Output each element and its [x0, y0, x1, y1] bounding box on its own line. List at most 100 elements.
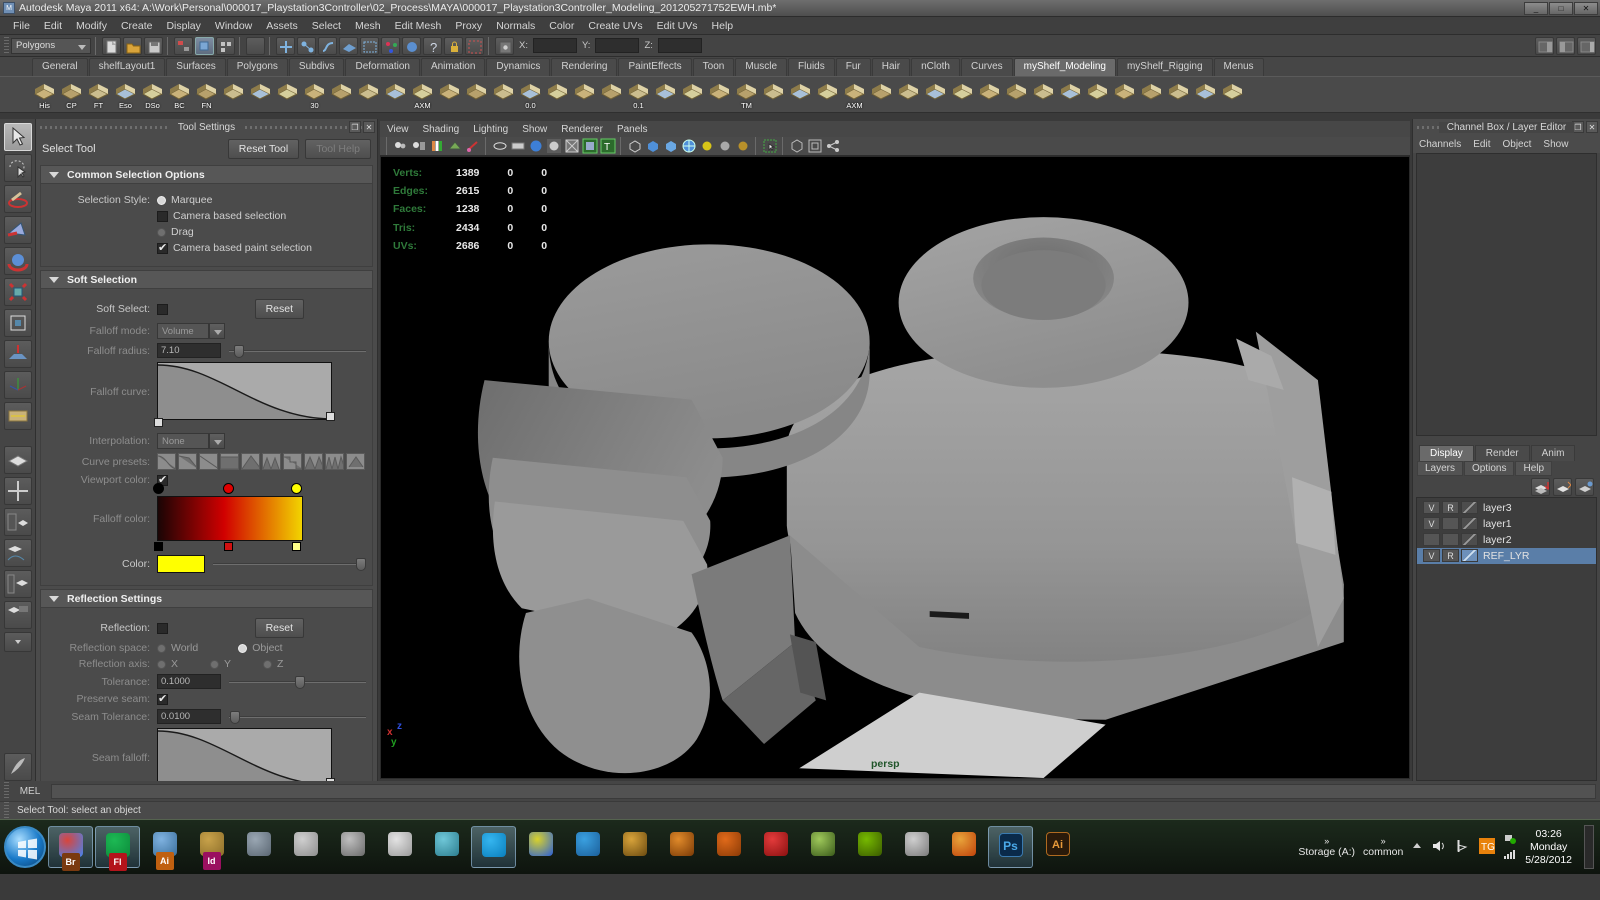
smooth-shade-all-icon[interactable]	[528, 138, 544, 154]
usb-safe-remove-icon[interactable]	[1503, 833, 1517, 847]
render-globals-icon[interactable]	[402, 36, 421, 55]
shelf-button-20[interactable]	[572, 79, 597, 110]
shelf-button-38[interactable]	[1058, 79, 1083, 110]
network-icon[interactable]	[1455, 838, 1471, 857]
menu-mesh[interactable]: Mesh	[348, 17, 388, 35]
seam-falloff-curve-editor[interactable]	[157, 728, 332, 781]
paint-effects-brush-icon[interactable]	[3, 753, 32, 781]
menu-select[interactable]: Select	[305, 17, 348, 35]
x-input[interactable]	[532, 38, 577, 53]
show-desktop-button[interactable]	[1584, 825, 1594, 869]
menu-proxy[interactable]: Proxy	[448, 17, 489, 35]
color-swatch[interactable]	[157, 555, 205, 573]
show-tool-settings-icon[interactable]	[1556, 36, 1575, 55]
menu-create[interactable]: Create	[114, 17, 160, 35]
layout-menu-button[interactable]	[3, 632, 32, 652]
shelf-button-29[interactable]	[815, 79, 840, 110]
taskbar-button-chrome[interactable]: Br	[48, 826, 93, 871]
seam-tolerance-slider[interactable]	[229, 710, 366, 724]
axis-z-radio[interactable]	[263, 659, 273, 669]
viewport-menu-panels[interactable]: Panels	[610, 124, 655, 135]
menu-normals[interactable]: Normals	[489, 17, 542, 35]
curve-preset-7[interactable]	[283, 453, 302, 470]
open-scene-icon[interactable]	[123, 36, 142, 55]
shelf-button-dso[interactable]: DSo	[140, 79, 165, 110]
single-perspective-layout-button[interactable]	[3, 446, 32, 474]
help-icon[interactable]: ?	[423, 36, 442, 55]
multisample-icon[interactable]	[681, 138, 697, 154]
absolute-transform-icon[interactable]	[495, 36, 514, 55]
shelf-button-26[interactable]: TM	[734, 79, 759, 110]
taskbar-button-3dsmax[interactable]	[236, 826, 281, 868]
select-by-object-type-icon[interactable]	[195, 36, 214, 55]
shelf-button-13[interactable]	[383, 79, 408, 110]
viewport-menu-lighting[interactable]: Lighting	[466, 124, 515, 135]
reflection-space-object-radio[interactable]	[238, 643, 248, 653]
z-input[interactable]	[657, 38, 702, 53]
soft-selection-header[interactable]: Soft Selection	[40, 270, 373, 289]
falloff-mode-dropdown[interactable]: Volume	[157, 323, 209, 339]
select-mask-icon[interactable]	[762, 138, 778, 154]
taskbar-button-usb-app[interactable]	[894, 826, 939, 868]
bridge-icon[interactable]: Br	[61, 853, 80, 871]
shelf-button-ft[interactable]: FT	[86, 79, 111, 110]
shelf-tab-curves[interactable]: Curves	[960, 58, 1013, 76]
layer-visibility-toggle[interactable]: V	[1423, 501, 1440, 514]
shelf-button-23[interactable]	[653, 79, 678, 110]
shelf-tab-rendering[interactable]: Rendering	[551, 58, 618, 76]
isolate-select-icon[interactable]	[492, 138, 508, 154]
new-scene-icon[interactable]	[102, 36, 121, 55]
y-input[interactable]	[595, 38, 640, 53]
toolbar-common[interactable]: » common	[1363, 836, 1403, 858]
axis-y-radio[interactable]	[210, 659, 220, 669]
menu-edit-mesh[interactable]: Edit Mesh	[388, 17, 449, 35]
motion-blur-icon[interactable]	[663, 138, 679, 154]
menu-modify[interactable]: Modify	[69, 17, 114, 35]
layer-color-swatch[interactable]	[1461, 517, 1478, 530]
gradient-index-black[interactable]	[154, 542, 163, 551]
scene-lights-icon[interactable]	[735, 138, 751, 154]
new-layer-icon[interactable]	[1531, 477, 1550, 496]
shelf-button-37[interactable]	[1031, 79, 1056, 110]
menu-file[interactable]: File	[6, 17, 37, 35]
drag-radio[interactable]	[157, 227, 166, 237]
volume-icon[interactable]	[1431, 838, 1447, 857]
tolerance-slider[interactable]	[229, 675, 366, 689]
shelf-tab-general[interactable]: General	[32, 58, 88, 76]
channelbox-menu-show[interactable]: Show	[1537, 139, 1574, 150]
layer-reference-toggle[interactable]	[1442, 533, 1459, 546]
storage-overflow-chevron[interactable]: »	[1298, 836, 1355, 846]
layer-color-swatch[interactable]	[1461, 549, 1478, 562]
shelf-button-15[interactable]	[437, 79, 462, 110]
show-channel-box-icon[interactable]	[1577, 36, 1596, 55]
taskbar-button-utorrent[interactable]: Ai	[142, 826, 187, 870]
shelf-button-32[interactable]	[896, 79, 921, 110]
tray-expand-icon[interactable]	[1411, 840, 1423, 855]
reflection-checkbox[interactable]	[157, 622, 168, 634]
shelf-button-eso[interactable]: Eso	[113, 79, 138, 110]
flash-icon[interactable]: Fl	[108, 853, 127, 871]
shelf-button-42[interactable]	[1166, 79, 1191, 110]
seam-tolerance-input[interactable]: 0.0100	[157, 709, 221, 724]
shelf-button-41[interactable]	[1139, 79, 1164, 110]
axis-x-radio[interactable]	[157, 659, 166, 669]
camera-based-paint-selection-checkbox[interactable]	[157, 241, 168, 254]
menu-help[interactable]: Help	[705, 17, 741, 35]
shelf-button-28[interactable]	[788, 79, 813, 110]
reflection-settings-header[interactable]: Reflection Settings	[40, 589, 373, 608]
layer-menu-layers[interactable]: Layers	[1417, 461, 1464, 476]
persp-graph-layout-button[interactable]	[3, 539, 32, 567]
snap-to-curve-icon[interactable]	[297, 36, 316, 55]
shelf-tab-deformation[interactable]: Deformation	[345, 58, 420, 76]
last-tool-used-button[interactable]	[3, 402, 32, 430]
menu-edit-uvs[interactable]: Edit UVs	[650, 17, 705, 35]
reset-tool-button[interactable]: Reset Tool	[227, 139, 300, 159]
layer-row[interactable]: layer2	[1417, 532, 1596, 548]
new-layer-from-selected-icon[interactable]	[1553, 477, 1572, 496]
shelf-button-35[interactable]	[977, 79, 1002, 110]
gradient-index-yellow[interactable]	[292, 542, 301, 551]
shelf-button-44[interactable]	[1220, 79, 1245, 110]
shelf-button-9[interactable]	[275, 79, 300, 110]
select-camera-icon[interactable]	[393, 138, 409, 154]
curve-preset-2[interactable]	[178, 453, 197, 470]
